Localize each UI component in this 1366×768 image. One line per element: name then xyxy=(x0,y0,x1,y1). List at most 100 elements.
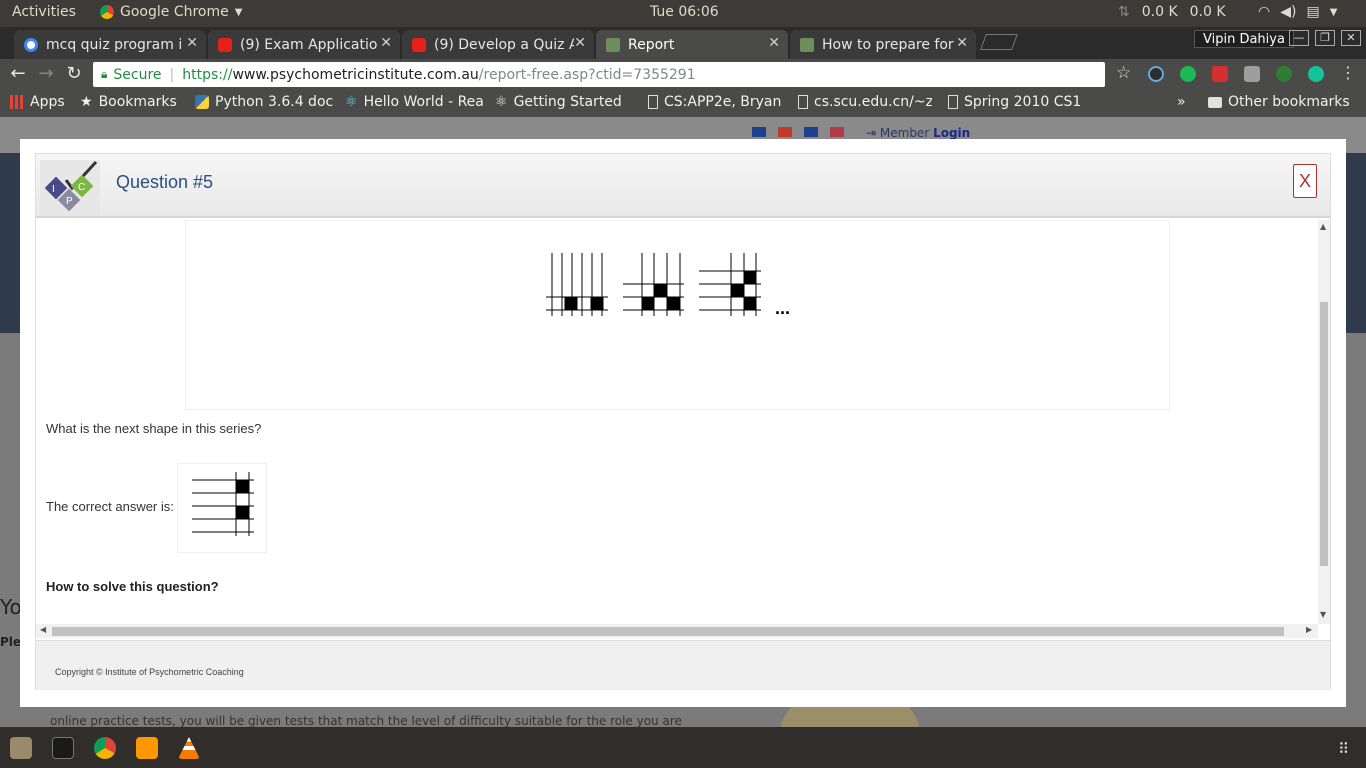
bookmark-python[interactable]: Python 3.6.4 doc xyxy=(195,94,333,110)
net-down-value: 0.0 K xyxy=(1189,4,1226,20)
extension-icon[interactable] xyxy=(1276,66,1292,82)
maximize-icon[interactable]: ❐ xyxy=(1315,30,1335,46)
flag-icon[interactable] xyxy=(830,127,844,137)
member-login[interactable]: ⇥ Member Login xyxy=(866,126,970,140)
scroll-right-icon[interactable]: ▶ xyxy=(1306,625,1312,634)
battery-icon[interactable]: ▤ xyxy=(1306,4,1319,20)
page-icon xyxy=(798,95,808,109)
svg-text:P: P xyxy=(66,196,73,207)
taskbar-dock: ⠿ xyxy=(0,727,1366,768)
vlc-icon[interactable] xyxy=(178,737,200,759)
vertical-scroll-thumb[interactable] xyxy=(1320,302,1328,566)
horizontal-scrollbar[interactable]: ◀ ▶ xyxy=(36,624,1318,638)
bookmark-apps[interactable]: Apps xyxy=(10,94,74,110)
app-menu-label: Google Chrome xyxy=(120,4,229,20)
flag-icon[interactable] xyxy=(752,127,766,137)
menu-icon[interactable]: ⋮ xyxy=(1340,63,1356,82)
show-applications-icon[interactable]: ⠿ xyxy=(1338,740,1349,758)
tab-mcq-quiz[interactable]: mcq quiz program i ✕ xyxy=(14,30,206,59)
google-icon xyxy=(24,37,38,52)
youtube-icon xyxy=(218,37,232,52)
bookmark-label: Hello World - Rea xyxy=(363,94,484,110)
tab-title: How to prepare for xyxy=(822,36,954,53)
login-icon: ⇥ xyxy=(866,126,877,140)
modal-close-button[interactable]: X xyxy=(1293,164,1317,198)
close-icon[interactable]: ✕ xyxy=(186,35,198,51)
minimize-icon[interactable]: — xyxy=(1289,30,1309,46)
activities-button[interactable]: Activities xyxy=(12,4,76,20)
app-menu[interactable]: Google Chrome ▼ xyxy=(100,4,242,20)
question-text: What is the next shape in this series? xyxy=(46,421,262,436)
close-icon[interactable]: ✕ xyxy=(574,35,586,51)
new-tab-button[interactable] xyxy=(980,34,1018,50)
other-bookmarks[interactable]: Other bookmarks xyxy=(1208,94,1350,110)
flag-icon[interactable] xyxy=(804,127,818,137)
bookmark-csapp[interactable]: CS:APP2e, Bryan xyxy=(648,94,782,110)
tab-exam-application[interactable]: (9) Exam Applicatio ✕ xyxy=(208,30,400,59)
series-ellipsis: ... xyxy=(775,298,790,318)
bookmark-label: cs.scu.edu.cn/~z xyxy=(814,94,932,110)
shield-icon[interactable] xyxy=(1244,66,1260,82)
sublime-text-icon[interactable] xyxy=(136,737,158,759)
close-icon[interactable]: ✕ xyxy=(956,35,968,51)
bookmarks-bar: Apps ★ Bookmarks Python 3.6.4 doc ⚛ Hell… xyxy=(0,90,1366,117)
tab-title: (9) Exam Applicatio xyxy=(240,36,378,53)
chevron-down-icon[interactable]: ▼ xyxy=(1330,7,1338,18)
series-shape-1 xyxy=(546,253,608,316)
vertical-scrollbar[interactable]: ▲ ▼ xyxy=(1318,220,1330,624)
tab-develop-quiz[interactable]: (9) Develop a Quiz A ✕ xyxy=(402,30,594,59)
series-shape-3 xyxy=(699,253,761,316)
ipc-logo: I C P xyxy=(40,160,100,216)
answer-label: The correct answer is: xyxy=(46,499,174,514)
python-icon xyxy=(195,95,209,109)
tab-report[interactable]: Report ✕ xyxy=(596,30,788,59)
login-link[interactable]: Login xyxy=(933,126,970,140)
bookmark-hello-world[interactable]: ⚛ Hello World - Rea xyxy=(345,94,485,110)
bookmark-getting-started[interactable]: ⚛ Getting Started xyxy=(495,94,635,110)
modal-body[interactable]: ... What is the next shape in this serie… xyxy=(36,220,1318,624)
bookmark-scu[interactable]: cs.scu.edu.cn/~z xyxy=(798,94,932,110)
tab-how-to-prepare[interactable]: How to prepare for ✕ xyxy=(790,30,976,59)
wifi-icon[interactable]: ◠ xyxy=(1258,4,1270,20)
terminal-icon[interactable] xyxy=(52,737,74,759)
star-icon[interactable]: ☆ xyxy=(1116,63,1132,83)
question-figure: ... xyxy=(185,220,1170,410)
extension-icon[interactable] xyxy=(1180,66,1196,82)
back-arrow-icon[interactable]: ← xyxy=(6,63,30,84)
reload-icon[interactable]: ↻ xyxy=(62,63,86,84)
files-icon[interactable] xyxy=(10,737,32,759)
lock-icon: 🔒︎ xyxy=(101,67,108,81)
close-icon[interactable]: ✕ xyxy=(768,35,780,51)
extension-icon[interactable] xyxy=(1148,66,1164,82)
network-speed: ⇅ 0.0 K 0.0 K xyxy=(1118,4,1226,20)
scroll-left-icon[interactable]: ◀ xyxy=(40,625,46,634)
close-icon[interactable]: ✕ xyxy=(380,35,392,51)
react-icon: ⚛ xyxy=(345,94,358,110)
bookmark-label: Spring 2010 CS1c xyxy=(964,94,1082,110)
volume-icon[interactable]: ◀) xyxy=(1280,4,1296,20)
system-tray[interactable]: ◠ ◀) ▤ ▼ xyxy=(1258,4,1337,20)
member-label: Member xyxy=(879,126,930,140)
chrome-icon[interactable] xyxy=(94,737,116,759)
more-bookmarks-button[interactable]: » xyxy=(1177,94,1186,110)
flag-icon[interactable] xyxy=(778,127,792,137)
profile-button[interactable]: Vipin Dahiya xyxy=(1194,30,1294,48)
forward-arrow-icon[interactable]: → xyxy=(34,63,58,84)
horizontal-scroll-thumb[interactable] xyxy=(52,627,1284,636)
tab-strip: mcq quiz program i ✕ (9) Exam Applicatio… xyxy=(0,27,1366,59)
address-bar[interactable]: 🔒︎ Secure | https:// www.psychometricins… xyxy=(93,62,1105,87)
extension-icon[interactable] xyxy=(1212,66,1228,82)
url-protocol: https:// xyxy=(182,66,233,83)
close-window-icon[interactable]: ✕ xyxy=(1341,30,1361,46)
apps-icon xyxy=(10,95,24,109)
bookmark-label: Python 3.6.4 doc xyxy=(215,94,333,110)
page-heading-fragment: Yo xyxy=(0,595,22,619)
scroll-up-icon[interactable]: ▲ xyxy=(1320,222,1326,231)
grammarly-icon[interactable] xyxy=(1308,66,1324,82)
bookmark-bookmarks[interactable]: ★ Bookmarks xyxy=(80,94,190,110)
modal-title: Question #5 xyxy=(116,172,214,192)
system-top-panel: Activities Google Chrome ▼ Tue 06:06 ⇅ 0… xyxy=(0,0,1366,27)
bookmark-spring-2010[interactable]: Spring 2010 CS1c xyxy=(948,94,1082,110)
scroll-down-icon[interactable]: ▼ xyxy=(1320,610,1326,619)
clock[interactable]: Tue 06:06 xyxy=(650,4,719,20)
